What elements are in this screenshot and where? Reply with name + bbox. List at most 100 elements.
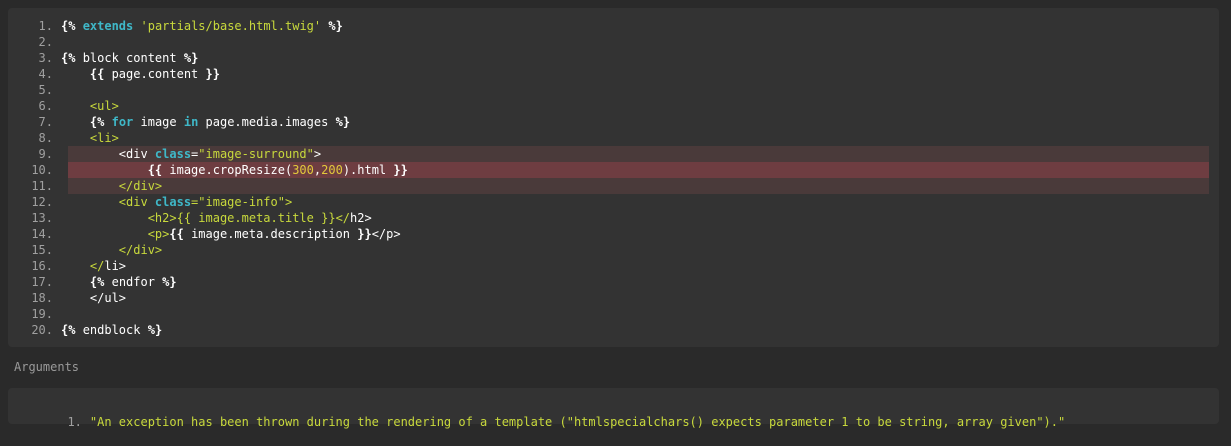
line-code: </div>	[61, 178, 162, 194]
code-line: 6. <ul>	[8, 98, 1219, 114]
code-token: for	[111, 115, 134, 129]
code-token: {{	[169, 227, 184, 241]
line-number: 9.	[38, 147, 53, 161]
argument-number: 1.	[67, 415, 82, 429]
line-number: 15.	[31, 243, 53, 257]
code-token: </	[89, 259, 105, 273]
code-line: 7. {% for image in page.media.images %}	[8, 114, 1219, 130]
line-code: </ul>	[61, 290, 126, 306]
code-token: {%	[61, 323, 83, 337]
code-token: {{ image.meta.title }}	[176, 211, 336, 225]
line-number: 2.	[38, 35, 53, 49]
code-token: </p>	[371, 227, 401, 241]
code-line: 5.	[8, 82, 1219, 98]
code-token: image	[133, 115, 184, 129]
argument-value: "An exception has been thrown during the…	[89, 415, 1066, 429]
code-line: 20. {% endblock %}	[8, 322, 1219, 338]
code-token: </ul>	[61, 291, 127, 305]
code-line: 16. </li>	[8, 258, 1219, 274]
code-token: "image-surround"	[198, 147, 314, 161]
code-token: 200	[321, 163, 343, 177]
line-number: 20.	[31, 323, 53, 337]
line-code: <p>{{ image.meta.description }}</p>	[61, 226, 401, 242]
code-line: 14. <p>{{ image.meta.description }}</p>	[8, 226, 1219, 242]
line-number: 17.	[31, 275, 53, 289]
code-token: %}	[147, 323, 163, 337]
code-token: image.meta.description	[183, 227, 358, 241]
code-line: 3. {% block content %}	[8, 50, 1219, 66]
code-token: endblock	[82, 323, 148, 337]
line-code: {{ page.content }}	[61, 66, 220, 82]
code-token: image.cropResize(	[162, 163, 293, 177]
line-code: {% extends 'partials/base.html.twig' %}	[61, 18, 343, 34]
code-token: block content	[82, 51, 184, 65]
code-line: 8. <li>	[8, 130, 1219, 146]
code-token: {{	[147, 163, 163, 177]
arguments-heading: Arguments	[14, 360, 80, 374]
line-code: <li>	[61, 130, 119, 146]
code-token: class	[154, 147, 192, 161]
code-token: </div>	[118, 179, 163, 193]
code-token: %}	[183, 51, 199, 65]
line-number: 18.	[31, 291, 53, 305]
line-code: {% endfor %}	[61, 274, 177, 290]
line-number: 6.	[38, 99, 53, 113]
code-token: <p>	[147, 227, 170, 241]
line-number: 13.	[31, 211, 53, 225]
code-token: page.content	[104, 67, 206, 81]
code-token: ).html	[342, 163, 394, 177]
line-number: 10.	[31, 163, 53, 177]
code-line: 11. </div>	[8, 178, 1219, 194]
code-token: >	[284, 195, 293, 209]
line-code: {% for image in page.media.images %}	[61, 114, 350, 130]
line-code: {% block content %}	[61, 50, 198, 66]
line-number: 3.	[38, 51, 53, 65]
code-token: <ul>	[89, 99, 119, 113]
code-token: endfor	[111, 275, 163, 289]
code-token: }}	[357, 227, 372, 241]
line-number: 19.	[31, 307, 53, 321]
code-line: 4. {{ page.content }}	[8, 66, 1219, 82]
line-number: 4.	[38, 67, 53, 81]
code-token: <li>	[89, 131, 119, 145]
code-token: 300	[292, 163, 314, 177]
code-token: {%	[61, 19, 83, 33]
code-token: {{	[89, 67, 105, 81]
code-line: 1. {% extends 'partials/base.html.twig' %…	[8, 18, 1219, 34]
code-line: 13. <h2>{{ image.meta.title }}</h2>	[8, 210, 1219, 226]
code-line: 18. </ul>	[8, 290, 1219, 306]
line-code: </div>	[61, 242, 162, 258]
code-line: 2.	[8, 34, 1219, 50]
code-line: 15. </div>	[8, 242, 1219, 258]
line-number: 1.	[38, 19, 53, 33]
code-token: li>	[104, 259, 127, 273]
code-line: 19.	[8, 306, 1219, 322]
code-token: %}	[335, 115, 351, 129]
line-code: <ul>	[61, 98, 119, 114]
code-token: <div	[61, 147, 155, 161]
line-number: 5.	[38, 83, 53, 97]
code-line: 9. <div class="image-surround">	[8, 146, 1219, 162]
line-code: <div class="image-surround">	[61, 146, 321, 162]
code-token: }}	[205, 67, 220, 81]
arguments-panel: 1. "An exception has been thrown during t…	[8, 388, 1219, 429]
line-code: {% endblock %}	[61, 322, 162, 338]
code-line: 12. <div class="image-info">	[8, 194, 1219, 210]
code-token: </	[335, 211, 351, 225]
line-number: 16.	[31, 259, 53, 273]
code-token: extends	[82, 19, 134, 33]
code-token: >	[313, 147, 322, 161]
code-token: "image-info"	[198, 195, 285, 209]
line-code: </li>	[61, 258, 126, 274]
code-token: %}	[321, 19, 343, 33]
code-token: }}	[393, 163, 408, 177]
